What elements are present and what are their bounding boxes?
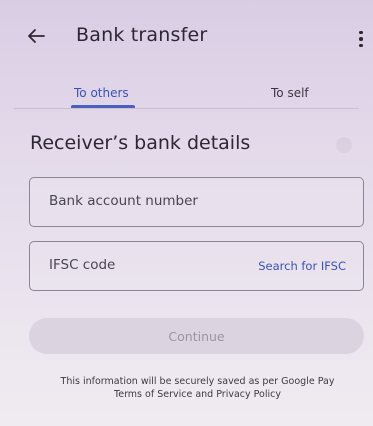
bank-transfer-screen: Bank transfer To others To self Receiver… [0, 0, 373, 426]
bank-account-number-placeholder: Bank account number [49, 193, 198, 209]
privacy-notice-line-2[interactable]: Terms of Service and Privacy Policy [20, 388, 373, 401]
page-title: Bank transfer [76, 24, 208, 46]
tab-selected-indicator [71, 105, 135, 108]
ifsc-code-placeholder: IFSC code [49, 257, 116, 273]
back-button[interactable] [22, 22, 50, 50]
tab-to-self[interactable]: To self [271, 86, 309, 100]
more-options-button[interactable] [352, 26, 370, 52]
ifsc-code-field[interactable]: IFSC code Search for IFSC [29, 241, 364, 291]
arrow-left-icon [28, 29, 45, 43]
search-for-ifsc-link[interactable]: Search for IFSC [258, 259, 346, 273]
more-vert-icon [359, 30, 363, 35]
top-app-bar: Bank transfer [0, 0, 373, 75]
bank-account-number-field[interactable]: Bank account number [29, 177, 364, 227]
decorative-circle [336, 137, 352, 153]
section-title: Receiver’s bank details [30, 132, 251, 154]
tab-to-others[interactable]: To others [74, 86, 129, 100]
privacy-notice-line-1: This information will be securely saved … [60, 376, 335, 387]
continue-button[interactable]: Continue [29, 318, 364, 354]
transfer-tabs: To others To self [14, 78, 359, 109]
privacy-notice: This information will be securely saved … [20, 375, 373, 401]
